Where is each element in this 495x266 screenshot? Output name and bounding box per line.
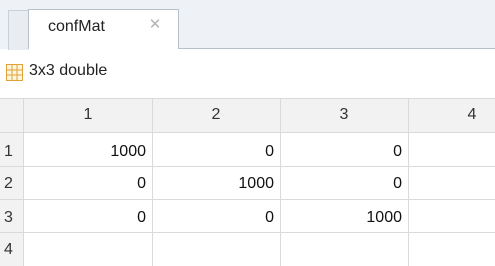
- table-cell[interactable]: 0: [280, 175, 408, 195]
- tab-strip-baseline: [179, 48, 495, 49]
- grid-table-icon: [6, 64, 23, 81]
- table-cell[interactable]: [408, 241, 495, 261]
- close-icon[interactable]: ✕: [148, 17, 162, 32]
- tab-strip-scroll-stub[interactable]: [8, 10, 29, 50]
- tab-confmat[interactable]: confMat ✕: [28, 9, 179, 49]
- table-cell[interactable]: [280, 241, 408, 261]
- variable-editor: confMat ✕ 3x3 double 1 2 3 4 1 2 3 4 100…: [0, 0, 495, 266]
- table-cell[interactable]: 1000: [280, 209, 408, 229]
- variable-size-label: 3x3 double: [29, 62, 108, 79]
- table-cell[interactable]: [408, 175, 495, 195]
- grid-line: [0, 166, 495, 167]
- table-cell[interactable]: 0: [24, 209, 152, 229]
- grid-line: [0, 199, 495, 200]
- row-header-4[interactable]: 4: [4, 241, 13, 259]
- table-cell[interactable]: 0: [280, 143, 408, 163]
- column-header-1[interactable]: 1: [24, 106, 152, 126]
- table-cell[interactable]: 0: [152, 143, 280, 163]
- table-cell[interactable]: 0: [24, 175, 152, 195]
- table-cell[interactable]: 1000: [152, 175, 280, 195]
- table-cell[interactable]: [152, 241, 280, 261]
- table-cell[interactable]: 1000: [24, 143, 152, 163]
- row-header-1[interactable]: 1: [4, 143, 13, 161]
- table-cell[interactable]: 0: [152, 209, 280, 229]
- document-tab-strip: confMat ✕: [0, 0, 495, 50]
- tab-title: confMat: [48, 18, 105, 35]
- column-header-4[interactable]: 4: [408, 106, 495, 126]
- column-header-3[interactable]: 3: [280, 106, 408, 126]
- grid-line: [0, 232, 495, 233]
- table-cell[interactable]: [24, 241, 152, 261]
- row-header-2[interactable]: 2: [4, 175, 13, 193]
- row-header-3[interactable]: 3: [4, 209, 13, 227]
- column-header-2[interactable]: 2: [152, 106, 280, 126]
- table-cell[interactable]: [408, 143, 495, 163]
- corner-cell[interactable]: [0, 98, 24, 133]
- table-cell[interactable]: [408, 209, 495, 229]
